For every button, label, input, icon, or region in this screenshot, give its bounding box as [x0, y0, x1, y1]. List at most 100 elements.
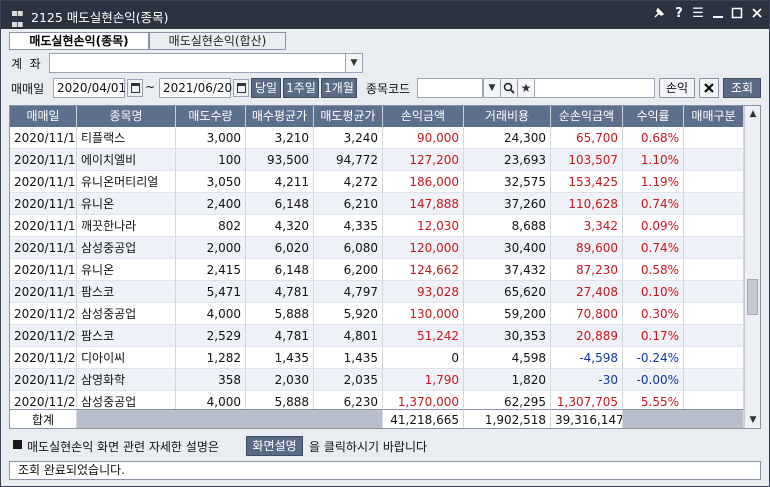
maximize-icon[interactable]: [729, 6, 745, 22]
column-header-stock-name[interactable]: 종목명: [77, 106, 176, 127]
cell-buy-avg-price: 6,020: [246, 237, 314, 259]
minimize-icon[interactable]: [710, 6, 726, 22]
cell-trade-cost: 30,353: [464, 325, 551, 347]
table-row[interactable]: 2020/11/23 삼영화학 358 2,030 2,035 1,790 1,820 -30…: [10, 369, 744, 391]
cell-pnl-amount: 124,662: [383, 259, 464, 281]
scroll-up-icon[interactable]: ▲: [745, 106, 760, 122]
favorite-star-icon[interactable]: ★: [517, 78, 535, 98]
cell-buy-avg-price: 4,211: [246, 171, 314, 193]
query-button[interactable]: 조회: [723, 78, 761, 98]
search-icon[interactable]: [500, 78, 518, 98]
summary-blank-right: [623, 409, 744, 428]
cell-return-rate: 0.74%: [623, 237, 684, 259]
column-header-trade-type[interactable]: 매매구분: [684, 106, 744, 127]
cell-net-pnl: 20,889: [551, 325, 623, 347]
cell-buy-avg-price: 93,500: [246, 149, 314, 171]
bullet-square-icon: [13, 440, 22, 449]
cell-pnl-amount: 12,030: [383, 215, 464, 237]
column-header-sell-avg-price[interactable]: 매도평균가: [314, 106, 383, 127]
account-dropdown-button[interactable]: ▼: [345, 53, 363, 73]
column-header-net-pnl[interactable]: 순손익금액: [551, 106, 623, 127]
cell-pnl-amount: 127,200: [383, 149, 464, 171]
column-header-pnl-amount[interactable]: 손익금액: [383, 106, 464, 127]
stock-code-input[interactable]: [417, 78, 483, 98]
cell-sell-qty: 4,000: [176, 303, 246, 325]
cell-sell-avg-price: 5,920: [314, 303, 383, 325]
cell-net-pnl: 89,600: [551, 237, 623, 259]
table-row[interactable]: 2020/11/16 에이치엘비 100 93,500 94,772 127,200 23,…: [10, 149, 744, 171]
table-row[interactable]: 2020/11/12 티플랙스 3,000 3,210 3,240 90,000 24,30…: [10, 127, 744, 149]
close-icon[interactable]: [749, 6, 765, 22]
summary-row: 합계 41,218,665 1,902,518 39,316,147: [10, 409, 744, 428]
date-separator: ~: [145, 80, 156, 94]
tab-realized-pnl-summary[interactable]: 매도실현손익(합산): [149, 32, 286, 50]
cell-sell-avg-price: 4,801: [314, 325, 383, 347]
summary-label: 합계: [10, 409, 77, 428]
menu-icon[interactable]: ☰: [690, 6, 706, 22]
column-header-return-rate[interactable]: 수익률: [623, 106, 684, 127]
cell-trade-type: [684, 171, 744, 193]
query-row: 매매일 2020/04/01 ~ 2021/06/20 당일 1주일 1개월 종…: [9, 78, 761, 98]
pnl-button[interactable]: 손익: [659, 78, 695, 98]
account-select[interactable]: [49, 53, 347, 73]
grip-icon[interactable]: ▪▪ ▪▪: [11, 8, 24, 30]
cell-sell-qty: 1,282: [176, 347, 246, 369]
cell-net-pnl: 65,700: [551, 127, 623, 149]
cell-pnl-amount: 93,028: [383, 281, 464, 303]
scroll-down-icon[interactable]: ▼: [745, 412, 760, 428]
status-bar: 조회 완료되었습니다.: [9, 461, 761, 480]
cell-stock-name: 유니온: [77, 259, 176, 281]
cell-net-pnl: -30: [551, 369, 623, 391]
cell-trade-date: 2020/11/12: [10, 127, 77, 149]
cell-trade-cost: 59,200: [464, 303, 551, 325]
cell-pnl-amount: 0: [383, 347, 464, 369]
cell-trade-cost: 65,620: [464, 281, 551, 303]
table-row[interactable]: 2020/11/18 유니온머티리얼 3,050 4,211 4,272 186,000 3…: [10, 171, 744, 193]
quick-1week-button[interactable]: 1주일: [283, 78, 319, 98]
summary-blank: [77, 409, 383, 428]
column-header-buy-avg-price[interactable]: 매수평균가: [246, 106, 314, 127]
table-row[interactable]: 2020/11/20 팜스코 2,529 4,781 4,801 51,242 30,353…: [10, 325, 744, 347]
table-row[interactable]: 2020/11/18 유니온 2,400 6,148 6,210 147,888 37,26…: [10, 193, 744, 215]
calendar-to-icon[interactable]: [233, 79, 249, 97]
table-row[interactable]: 2020/11/18 삼성중공업 2,000 6,020 6,080 120,000 30,…: [10, 237, 744, 259]
table-row[interactable]: 2020/11/19 팜스코 5,471 4,781 4,797 93,028 65,620…: [10, 281, 744, 303]
window-title: 2125 매도실현손익(종목): [31, 10, 169, 25]
scroll-thumb[interactable]: [747, 279, 758, 316]
table-row[interactable]: 2020/11/19 유니온 2,415 6,148 6,200 124,662 37,43…: [10, 259, 744, 281]
cell-stock-name: 에이치엘비: [77, 149, 176, 171]
table-header: 매매일 종목명 매도수량 매수평균가 매도평균가 손익금액 거래비용 순손익금액 수익률 매매구분: [10, 106, 744, 127]
column-header-sell-qty[interactable]: 매도수량: [176, 106, 246, 127]
cell-return-rate: 1.19%: [623, 171, 684, 193]
column-header-trade-cost[interactable]: 거래비용: [464, 106, 551, 127]
pin-icon[interactable]: [651, 6, 667, 22]
summary-cost-total: 1,902,518: [464, 409, 551, 428]
cell-pnl-amount: 51,242: [383, 325, 464, 347]
title-bar[interactable]: ▪▪ ▪▪ 2125 매도실현손익(종목) ? ☰: [1, 1, 769, 30]
date-from-input[interactable]: 2020/04/01: [53, 78, 126, 98]
quick-1month-button[interactable]: 1개월: [321, 78, 357, 98]
cell-trade-cost: 37,432: [464, 259, 551, 281]
date-to-input[interactable]: 2021/06/20: [159, 78, 232, 98]
cell-stock-name: 깨끗한나라: [77, 215, 176, 237]
tab-realized-pnl-by-stock[interactable]: 매도실현손익(종목): [9, 32, 149, 50]
cell-buy-avg-price: 6,148: [246, 259, 314, 281]
help-icon[interactable]: ?: [671, 6, 687, 22]
cell-stock-name: 유니온머티리얼: [77, 171, 176, 193]
stock-code-label: 종목코드: [366, 82, 411, 96]
account-label: 계 좌: [11, 57, 41, 71]
stock-code-dropdown-button[interactable]: ▼: [483, 78, 501, 98]
screen-help-button[interactable]: 화면설명: [246, 436, 303, 456]
quick-today-button[interactable]: 당일: [251, 78, 281, 98]
table-row[interactable]: 2020/11/20 디아이씨 1,282 1,435 1,435 0 4,598 -4,59…: [10, 347, 744, 369]
cell-sell-avg-price: 6,210: [314, 193, 383, 215]
table-row[interactable]: 2020/11/20 삼성중공업 4,000 5,888 5,920 130,000 59,…: [10, 303, 744, 325]
calendar-from-icon[interactable]: [127, 79, 143, 97]
cell-return-rate: 0.58%: [623, 259, 684, 281]
table-row[interactable]: 2020/11/18 깨끗한나라 802 4,320 4,335 12,030 8,688 3…: [10, 215, 744, 237]
clear-icon[interactable]: [699, 78, 719, 98]
cell-stock-name: 디아이씨: [77, 347, 176, 369]
column-header-trade-date[interactable]: 매매일: [10, 106, 77, 127]
vertical-scrollbar[interactable]: ▲ ▼: [744, 106, 760, 428]
cell-buy-avg-price: 4,781: [246, 281, 314, 303]
